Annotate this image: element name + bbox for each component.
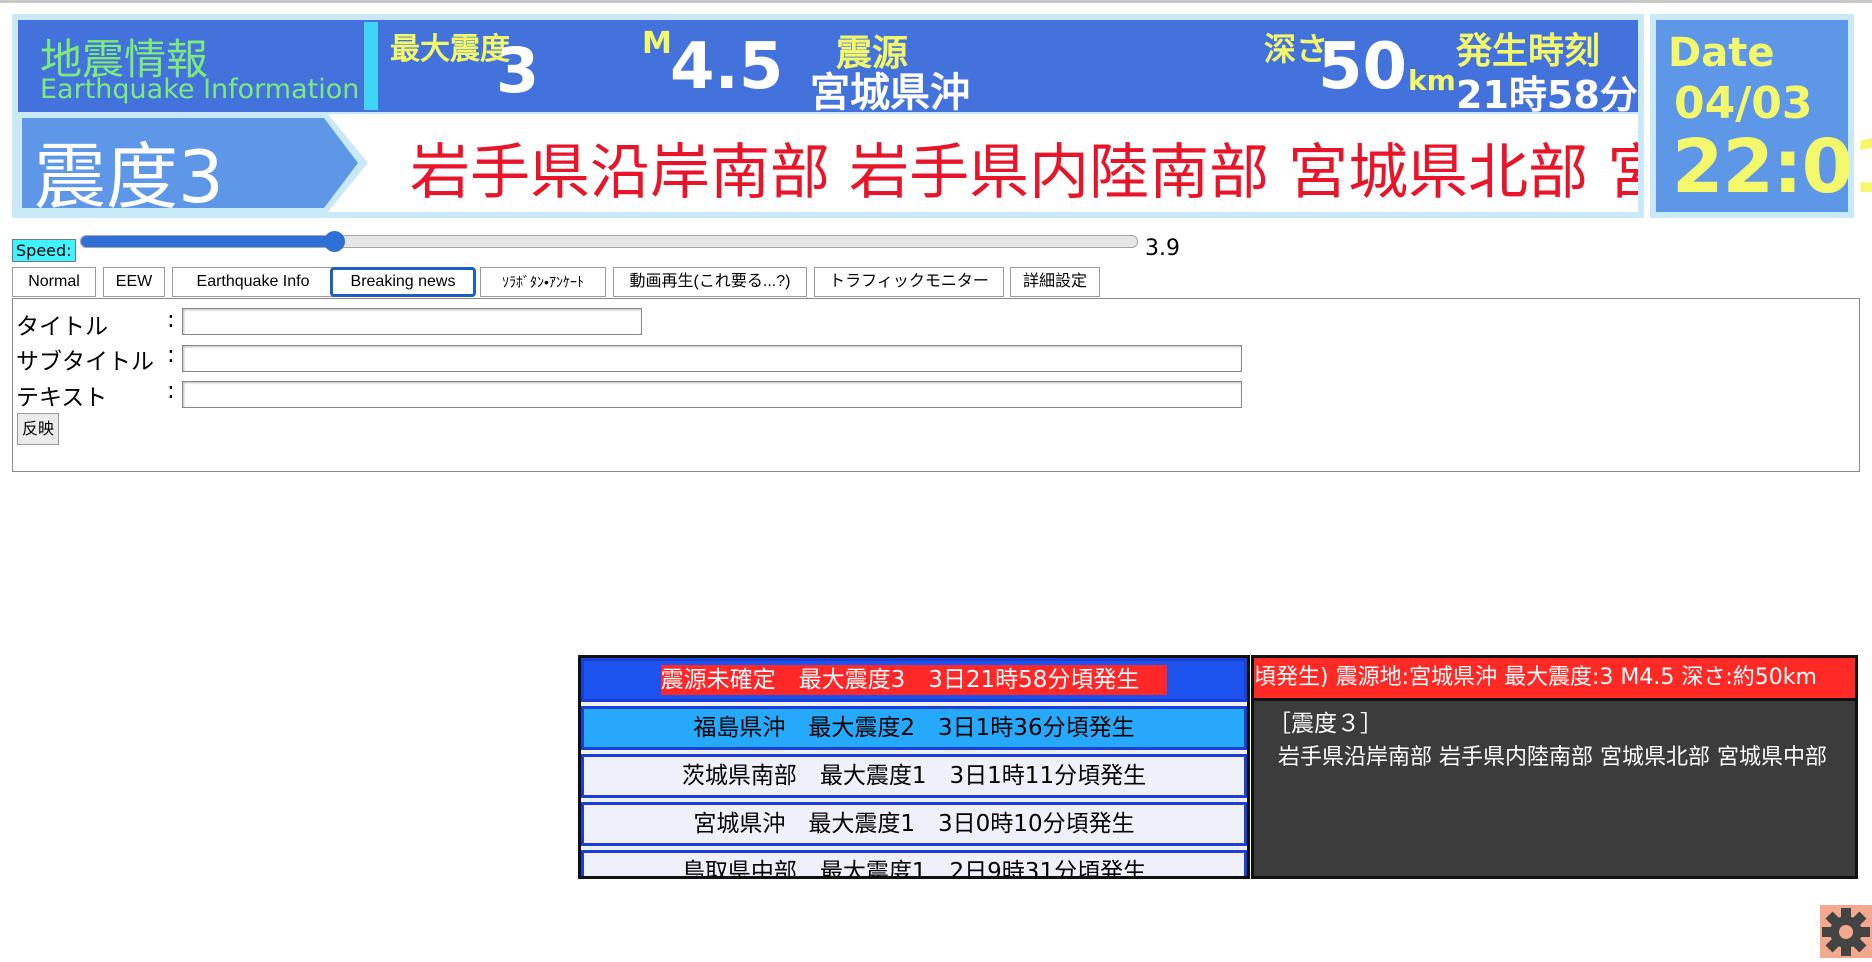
clock-panel: Date 04/03 22:01 [1650, 14, 1872, 218]
top-border [0, 0, 1872, 3]
time-value: 21時58分 [1456, 73, 1638, 112]
apply-button[interactable]: 反映 [17, 413, 59, 445]
history-item[interactable]: 宮城県沖 最大震度1 3日0時10分頃発生 [581, 802, 1247, 846]
mode-earthquake-info-button[interactable]: Earthquake Info [172, 267, 334, 297]
date-label: Date [1668, 30, 1775, 76]
text-input[interactable] [182, 381, 1242, 408]
subtitle-input[interactable] [182, 345, 1242, 372]
speed-label: Speed: [12, 239, 76, 262]
settings-gear-button[interactable] [1820, 905, 1872, 958]
clock-panel-inner: Date 04/03 22:01 [1656, 20, 1872, 212]
subtitle-field-label: サブタイトル [16, 349, 154, 375]
earthquake-detail-panel: 頃発生) 震源地:宮城県沖 最大震度:3 M4.5 深さ:約50km ［震度３］… [1251, 655, 1858, 879]
title-input[interactable] [182, 308, 642, 335]
gear-icon [1822, 908, 1870, 956]
magnitude-label: M [642, 26, 672, 61]
intensity-badge: 震度3 [18, 114, 368, 212]
speed-slider-thumb[interactable] [324, 231, 345, 252]
max-intensity-value: 3 [496, 34, 540, 107]
mode-video-playback-button[interactable]: 動画再生(これ要る...?) [613, 267, 807, 297]
clock-time: 22:01 [1672, 124, 1872, 210]
title-field-colon: : [167, 307, 175, 333]
banner-area-bar: 震度3 岩手県沿岸南部 岩手県内陸南部 宮城県北部 宮城県中部 [18, 114, 1638, 212]
mode-normal-button[interactable]: Normal [12, 267, 96, 297]
affected-areas-ticker: 岩手県沿岸南部 岩手県内陸南部 宮城県北部 宮城県中部 [410, 138, 1638, 208]
history-item[interactable]: 福島県沖 最大震度2 3日1時36分頃発生 [581, 706, 1247, 750]
title-field-label: タイトル [16, 314, 108, 340]
mode-eew-button[interactable]: EEW [103, 267, 165, 297]
earthquake-history-list[interactable]: 震源未確定 最大震度3 3日21時58分頃発生 福島県沖 最大震度2 3日1時3… [578, 655, 1250, 879]
detail-scrolling-ticker: 頃発生) 震源地:宮城県沖 最大震度:3 M4.5 深さ:約50km [1254, 658, 1855, 701]
speed-slider[interactable] [80, 231, 1138, 252]
mode-breaking-news-button[interactable]: Breaking news [330, 267, 476, 297]
mode-advanced-settings-button[interactable]: 詳細設定 [1010, 267, 1100, 297]
date-value: 04/03 [1674, 78, 1813, 129]
history-item[interactable]: 鳥取県中部 最大震度1 2日9時31分頃発生 [581, 850, 1247, 876]
magnitude-value: 4.5 [670, 30, 784, 104]
mode-sorabotan-survey-button[interactable]: ｿﾗﾎﾞﾀﾝ•ｱﾝｹｰﾄ [480, 267, 606, 297]
earthquake-banner: 地震情報 Earthquake Information 最大震度 3 M 4.5… [12, 14, 1644, 218]
mode-traffic-monitor-button[interactable]: トラフィックモニター [814, 267, 1004, 297]
depth-value: 50 [1318, 30, 1408, 104]
breaking-news-form: タイトル : サブタイトル : テキスト : 反映 [12, 298, 1860, 472]
text-field-label: テキスト [16, 385, 108, 411]
text-field-colon: : [167, 378, 175, 404]
detail-intensity-heading: ［震度３］ [1268, 711, 1383, 737]
max-intensity-label: 最大震度 [390, 32, 510, 67]
history-item[interactable]: 茨城県南部 最大震度1 3日1時11分頃発生 [581, 754, 1247, 798]
speed-value: 3.9 [1145, 236, 1180, 261]
subtitle-field-colon: : [167, 342, 175, 368]
banner-separator [364, 22, 378, 110]
epicenter-value: 宮城県沖 [810, 70, 970, 112]
detail-ticker-text: 頃発生) 震源地:宮城県沖 最大震度:3 M4.5 深さ:約50km [1254, 665, 1817, 690]
speed-slider-fill [81, 236, 334, 247]
detail-area-list: 岩手県沿岸南部 岩手県内陸南部 宮城県北部 宮城県中部 [1278, 745, 1827, 770]
depth-unit: km [1408, 64, 1456, 97]
history-item[interactable]: 震源未確定 最大震度3 3日21時58分頃発生 [581, 658, 1247, 702]
banner-title-en: Earthquake Information [40, 74, 360, 105]
history-item-text: 震源未確定 最大震度3 3日21時58分頃発生 [660, 665, 1168, 695]
banner-info-bar: 地震情報 Earthquake Information 最大震度 3 M 4.5… [18, 20, 1638, 112]
intensity-badge-text: 震度3 [34, 135, 224, 212]
